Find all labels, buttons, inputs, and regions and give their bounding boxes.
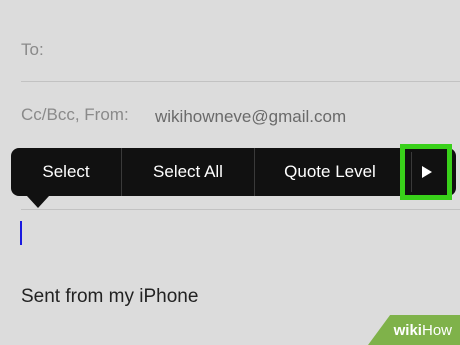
wikihow-watermark: wiki How — [368, 315, 460, 345]
email-signature[interactable]: Sent from my iPhone — [21, 286, 198, 308]
watermark-text-wiki: wiki — [393, 321, 422, 339]
quote-level-menu-item[interactable]: Quote Level — [255, 148, 405, 196]
callout-tail — [27, 196, 49, 208]
right-triangle-icon — [421, 166, 432, 178]
to-label: To: — [21, 40, 44, 59]
watermark-text-how: How — [421, 321, 452, 339]
from-divider — [21, 209, 460, 210]
select-all-menu-item[interactable]: Select All — [122, 148, 254, 196]
more-options-button-face[interactable] — [410, 152, 442, 192]
more-options-button[interactable] — [400, 144, 452, 200]
to-divider — [21, 81, 460, 82]
select-menu-item[interactable]: Select — [11, 148, 121, 196]
edit-menu-callout: Select Select All Quote Level — [11, 148, 456, 196]
text-cursor — [20, 221, 22, 245]
from-email-value[interactable]: wikihowneve@gmail.com — [155, 107, 346, 127]
ccbcc-from-label[interactable]: Cc/Bcc, From: — [21, 105, 129, 125]
